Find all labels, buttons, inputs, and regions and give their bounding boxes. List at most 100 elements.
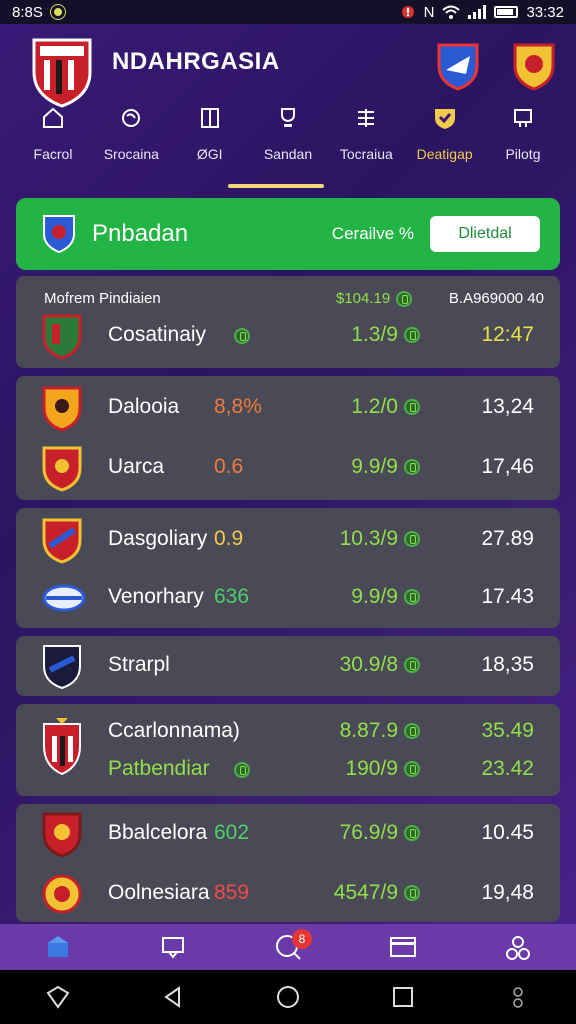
tab-home[interactable] [38,927,78,967]
coin-icon [404,657,420,673]
options-icon [513,987,524,1008]
odds-cell: 9.9/9 [351,585,420,609]
table-row[interactable]: Oolnesiara 859 4547/9 19,48 [16,868,560,920]
tab-wallet[interactable] [383,927,423,967]
odds-cell: 10.3/9 [340,527,420,551]
coin-icon [404,723,420,739]
odds-value: 10.3/9 [339,527,398,550]
club-crest-logo[interactable] [30,36,94,108]
back-icon [164,986,180,1008]
score-value: 13,24 [481,395,534,418]
table-row[interactable]: Dalooia 8,8% 1.2/0 13,24 [16,382,560,434]
globe-icon [119,104,143,132]
odds-cell: 190/9 [345,757,420,781]
coin-icon [404,531,420,547]
recents-button[interactable] [383,977,423,1017]
opponent-crest-icon[interactable] [436,42,480,92]
coin-icon [404,459,420,475]
odds-cell: 8.87.9 [340,719,420,743]
nav-item-label: Tocraiua [339,146,393,162]
match-card[interactable]: Dalooia 8,8% 1.2/0 13,24 Uarca 0.6 9.9/9… [16,376,560,500]
featured-team-crest-icon [43,215,75,254]
nav-item-chart[interactable]: Pilotg [484,104,562,162]
chat-icon [161,937,184,959]
odds-cell: 4547/9 [334,881,420,905]
book-icon [198,104,222,132]
nav-active-indicator [228,184,324,188]
status-bar: 8:8S N 33:32 [0,0,576,24]
team-name: Dasgoliary [108,527,208,550]
home-icon [41,104,65,132]
match-card[interactable]: Dasgoliary 0.9 10.3/9 27.89 Venorhary 63… [16,508,560,628]
notification-badge: 8 [291,929,312,949]
nav-item-label: ØGI [196,146,223,162]
nav-item-list[interactable]: Tocraiua [327,104,405,162]
team-crest-icon [42,812,82,858]
match-card[interactable]: Bbalcelora 602 76.9/9 10.45 Oolnesiara 8… [16,804,560,922]
team-name: Uarca [108,455,165,478]
back-button[interactable] [153,977,193,1017]
coin-icon [404,885,420,901]
nav-item-trophy[interactable]: Sandan [249,104,327,162]
odds-value: 4547/9 [333,881,398,904]
odds-cell: 76.9/9 [340,821,420,845]
details-button[interactable]: Dlietdal [430,216,540,252]
percent-value: 602 [214,821,250,844]
team-crest-icon [42,386,82,432]
nav-item-globe[interactable]: Srocaina [92,104,170,162]
match-card[interactable]: Mofrem Pindiaien $104.19 B.A969000 40 Co… [16,276,560,368]
team-name: Ccarlonnama) [108,719,240,742]
team-name: Oolnesiara [108,881,210,904]
nav-item-home[interactable]: Facrol [14,104,92,162]
table-row[interactable]: Strarpl 30.9/8 18,35 [16,640,560,692]
app-title: NDAHRGASIA [112,48,280,75]
table-row[interactable]: Venorhary 636 9.9/9 17.43 [16,572,560,624]
team-crest-icon [42,314,82,360]
nav-item-book[interactable]: ØGI [171,104,249,162]
table-row[interactable]: Dasgoliary 0.9 10.3/9 27.89 [16,514,560,566]
home-circle-icon [276,986,299,1008]
table-row[interactable]: Cosatinaiy 1.3/9 12:47 [16,310,560,362]
options-button[interactable] [498,977,538,1017]
percent-value: 0.9 [214,527,244,550]
odds-cell: 9.9/9 [351,455,420,479]
signal-icon [468,5,487,19]
team-crest-icon [42,584,86,612]
tab-profile[interactable] [498,927,538,967]
match-card[interactable]: Ccarlonnama) 8.87.9 35.49 Patbendiar 190… [16,704,560,796]
odds-value: 76.9/9 [339,821,398,844]
odds-cell: 30.9/8 [340,653,420,677]
odds-value: 9.9/9 [351,585,398,608]
battery-icon [494,6,519,18]
team-crest-icon [42,518,82,564]
coin-icon [404,399,420,415]
header-odds-value: $104.19 [336,290,391,307]
assistant-button[interactable] [38,977,78,1017]
featured-team-banner[interactable]: Pnbadan Cerailve % Dlietdal [16,198,560,270]
team-name: Dalooia [108,395,180,418]
featured-team-name: Pnbadan [92,220,189,247]
home-button[interactable] [268,977,308,1017]
table-row[interactable]: Patbendiar 190/9 23.42 [16,744,560,796]
home-tab-icon [47,936,68,957]
wallet-icon [390,937,417,957]
wifi-icon [442,5,461,19]
score-value: 17,46 [481,455,534,478]
table-row[interactable]: Bbalcelora 602 76.9/9 10.45 [16,808,560,860]
card-header-total: B.A969000 40 [448,290,544,307]
league-crest-icon[interactable] [512,42,556,92]
match-card[interactable]: Strarpl 30.9/8 18,35 [16,636,560,696]
nav-item-shield[interactable]: Deatigap [406,104,484,162]
tab-search[interactable]: 8 [268,927,312,967]
team-crest-icon [42,446,82,492]
coin-icon [404,761,420,777]
category-nav: Facrol Srocaina ØGI Sandan Tocraiua Deat… [14,104,562,162]
coin-icon [404,327,420,343]
card-header-odds: $104.19 [336,290,413,307]
score-value: 18,35 [481,653,534,676]
nav-item-label: Pilotg [505,146,541,162]
percent-value: 859 [214,881,250,904]
team-name: Bbalcelora [108,821,208,844]
table-row[interactable]: Uarca 0.6 9.9/9 17,46 [16,442,560,494]
tab-messages[interactable] [153,927,193,967]
